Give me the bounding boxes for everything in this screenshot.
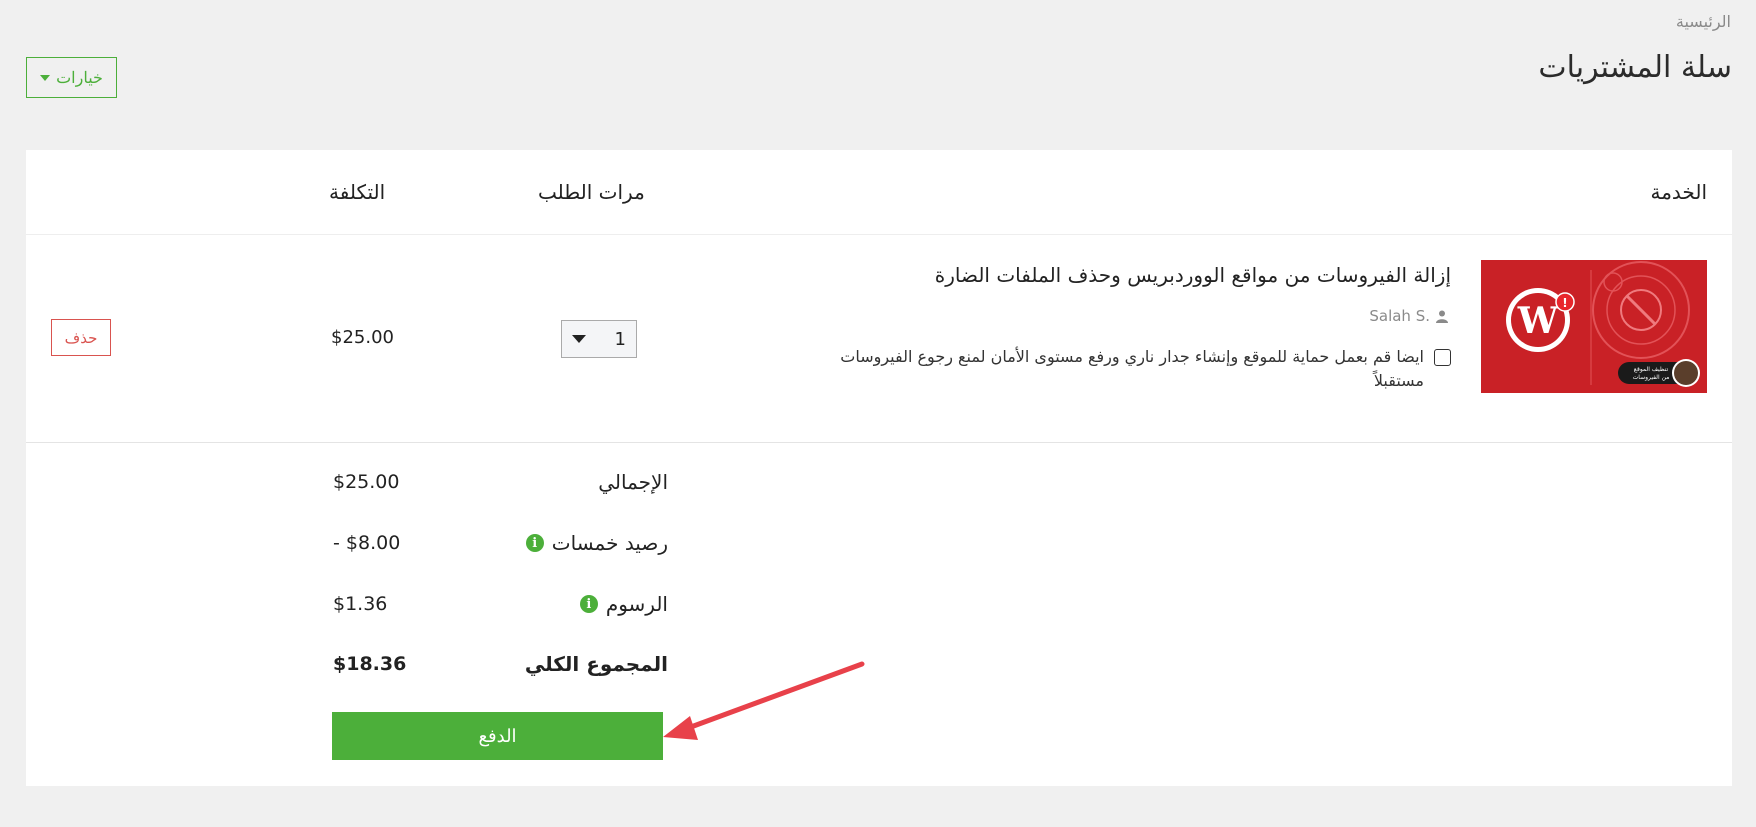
credit-value: - $8.00 xyxy=(333,532,401,554)
header-divider xyxy=(26,234,1732,235)
info-icon[interactable]: i xyxy=(525,534,544,552)
service-thumbnail[interactable]: W ! تنظيف الموقع من الفيروسات xyxy=(1481,260,1707,393)
total-value: $18.36 xyxy=(333,653,407,675)
options-dropdown-button[interactable]: خيارات xyxy=(26,57,117,98)
header-cost: التكلفة xyxy=(329,180,386,204)
fees-label: الرسوم i xyxy=(579,592,668,616)
addon-label: ايضا قم بعمل حماية للموقع وإنشاء جدار نا… xyxy=(840,347,1424,390)
subtotal-text: الإجمالي xyxy=(598,470,668,494)
page-title: سلة المشتريات xyxy=(1538,50,1732,85)
fees-text: الرسوم xyxy=(605,592,668,616)
svg-text:W: W xyxy=(1517,300,1559,342)
delete-button[interactable]: حذف xyxy=(51,319,111,356)
seller[interactable]: Salah S. xyxy=(1369,307,1448,325)
credit-text: رصيد خمسات xyxy=(551,531,668,555)
quantity-value: 1 xyxy=(614,328,626,350)
user-icon xyxy=(1436,310,1448,323)
fees-value: $1.36 xyxy=(333,593,388,615)
service-title-link[interactable]: إزالة الفيروسات من مواقع الووردبريس وحذف… xyxy=(935,263,1451,287)
caret-down-icon xyxy=(40,74,51,81)
total-label: المجموع الكلي xyxy=(525,652,668,676)
thumbnail-art: W ! تنظيف الموقع من الفيروسات xyxy=(1481,260,1707,393)
breadcrumb[interactable]: الرئيسية xyxy=(1676,12,1731,31)
thumb-caption-2: من الفيروسات xyxy=(1633,374,1670,381)
seller-name: Salah S. xyxy=(1369,307,1430,325)
header-quantity: مرات الطلب xyxy=(538,180,645,204)
options-label: خيارات xyxy=(56,69,103,87)
addon-checkbox[interactable] xyxy=(1434,349,1451,366)
info-icon[interactable]: i xyxy=(579,595,598,613)
header-service: الخدمة xyxy=(1650,180,1708,204)
thumb-caption-1: تنظيف الموقع xyxy=(1634,366,1669,373)
cart-card: الخدمة مرات الطلب التكلفة W ! تنظيف المو… xyxy=(26,150,1732,786)
subtotal-label: الإجمالي xyxy=(598,470,668,494)
caret-down-icon xyxy=(572,335,586,343)
svg-text:!: ! xyxy=(1562,296,1567,310)
subtotal-value: $25.00 xyxy=(333,471,400,493)
credit-label: رصيد خمسات i xyxy=(525,531,668,555)
quantity-select[interactable]: 1 xyxy=(561,320,637,358)
row-divider xyxy=(26,442,1732,443)
pay-button[interactable]: الدفع xyxy=(332,712,663,760)
total-text: المجموع الكلي xyxy=(524,652,668,676)
addon-option[interactable]: ايضا قم بعمل حماية للموقع وإنشاء جدار نا… xyxy=(791,345,1451,393)
item-price: $25.00 xyxy=(331,327,394,348)
